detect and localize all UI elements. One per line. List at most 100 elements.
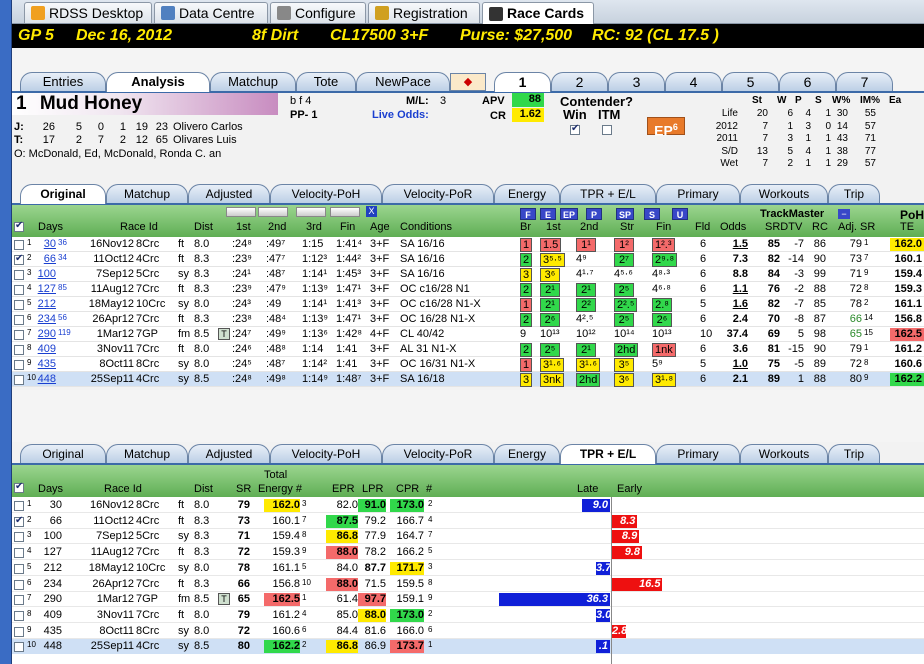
row-days[interactable]: 66	[34, 253, 56, 265]
lower-tab-matchup[interactable]: Matchup	[106, 444, 188, 463]
itm-checkbox[interactable]	[602, 125, 612, 136]
close-x-icon[interactable]: X	[366, 206, 377, 217]
pace-filter-p[interactable]: P	[586, 208, 602, 220]
row-checkbox[interactable]	[14, 626, 24, 637]
lower-tab-velocity-poh[interactable]: Velocity-PoH	[270, 444, 382, 463]
pace-filter-ep[interactable]: EP	[560, 208, 579, 220]
pace-filter-s[interactable]: S	[644, 208, 660, 220]
upper-tab-velocity-por[interactable]: Velocity-PoR	[382, 184, 494, 203]
upper-tab-energy[interactable]: Energy	[494, 184, 560, 203]
row-checkbox[interactable]	[14, 360, 24, 371]
row-days[interactable]: 290	[34, 328, 56, 340]
app-tab-data-centre[interactable]: Data Centre	[154, 2, 268, 23]
row-checkbox[interactable]	[14, 300, 24, 311]
horse-tab-7[interactable]: 7	[836, 72, 893, 91]
arrows-icon[interactable]: ◆	[450, 73, 486, 91]
row-days[interactable]: 435	[34, 358, 56, 370]
row-select[interactable]	[14, 359, 24, 371]
tab-newpace[interactable]: NewPace	[356, 72, 450, 91]
row-checkbox[interactable]	[14, 253, 24, 266]
row-select[interactable]	[14, 515, 24, 528]
row-select[interactable]	[14, 563, 24, 575]
pace-filter-e[interactable]: E	[540, 208, 556, 220]
grid2-select-all[interactable]	[14, 481, 24, 494]
row-checkbox[interactable]	[14, 515, 24, 527]
row-select[interactable]	[14, 610, 24, 622]
tab-matchup[interactable]: Matchup	[210, 72, 296, 91]
row-checkbox[interactable]	[14, 285, 24, 296]
row-select[interactable]	[14, 547, 24, 559]
pace-sort-button[interactable]	[258, 207, 288, 217]
row-days[interactable]: 212	[34, 298, 56, 310]
row-checkbox[interactable]	[14, 240, 24, 251]
app-tab-configure[interactable]: Configure	[270, 2, 366, 23]
horse-tab-6[interactable]: 6	[779, 72, 836, 91]
lower-tab-energy[interactable]: Energy	[494, 444, 560, 463]
row-checkbox[interactable]	[14, 330, 24, 341]
row-checkbox[interactable]	[14, 270, 24, 281]
app-tab-registration[interactable]: Registration	[368, 2, 480, 23]
select-all-checkbox[interactable]	[14, 220, 24, 233]
row-days[interactable]: 127	[34, 283, 56, 295]
upper-tab-matchup[interactable]: Matchup	[106, 184, 188, 203]
horse-tab-3[interactable]: 3	[608, 72, 665, 91]
lower-tab-tpr-e-l[interactable]: TPR + E/L	[560, 444, 656, 464]
lower-tab-velocity-por[interactable]: Velocity-PoR	[382, 444, 494, 463]
row-checkbox[interactable]	[14, 315, 24, 326]
pace-filter-u[interactable]: U	[672, 208, 688, 220]
app-tab-race-cards[interactable]: Race Cards	[482, 2, 594, 24]
lower-tab-primary[interactable]: Primary	[656, 444, 740, 463]
pace-sort-button[interactable]	[296, 207, 326, 217]
row-days[interactable]: 100	[34, 268, 56, 280]
upper-tab-tpr-e-l[interactable]: TPR + E/L	[560, 184, 656, 203]
row-checkbox[interactable]	[14, 579, 24, 590]
row-select[interactable]	[14, 253, 24, 266]
row-checkbox[interactable]	[14, 548, 24, 559]
row-days[interactable]: 234	[34, 313, 56, 325]
tab-entries[interactable]: Entries	[20, 72, 106, 91]
lower-tab-adjusted[interactable]: Adjusted	[188, 444, 270, 463]
upper-tab-adjusted[interactable]: Adjusted	[188, 184, 270, 203]
upper-tab-primary[interactable]: Primary	[656, 184, 740, 203]
row-checkbox[interactable]	[14, 345, 24, 356]
upper-tab-trip[interactable]: Trip	[828, 184, 880, 203]
lower-tab-original[interactable]: Original	[20, 444, 106, 463]
row-days[interactable]: 448	[34, 373, 56, 385]
row-select[interactable]	[14, 626, 24, 638]
app-tab-rdss-desktop[interactable]: RDSS Desktop	[24, 2, 152, 23]
row-checkbox[interactable]	[14, 501, 24, 512]
row-days[interactable]: 409	[34, 343, 56, 355]
pace-sort-button[interactable]	[330, 207, 360, 217]
upper-tab-original[interactable]: Original	[20, 184, 106, 204]
row-checkbox[interactable]	[14, 563, 24, 574]
row-select[interactable]	[14, 594, 24, 606]
row-select[interactable]	[14, 329, 24, 341]
row-select[interactable]	[14, 269, 24, 281]
row-checkbox[interactable]	[14, 595, 24, 606]
row-checkbox[interactable]	[14, 642, 24, 653]
collapse-minus-icon[interactable]: −	[838, 209, 850, 219]
horse-tab-4[interactable]: 4	[665, 72, 722, 91]
grid1-select-all[interactable]	[14, 220, 24, 233]
row-checkbox[interactable]	[14, 532, 24, 543]
row-select[interactable]	[14, 239, 24, 251]
row-select[interactable]	[14, 284, 24, 296]
row-checkbox[interactable]	[14, 610, 24, 621]
row-select[interactable]	[14, 344, 24, 356]
horse-tab-5[interactable]: 5	[722, 72, 779, 91]
row-select[interactable]	[14, 374, 24, 386]
tab-analysis[interactable]: Analysis	[106, 72, 210, 92]
lower-tab-trip[interactable]: Trip	[828, 444, 880, 463]
row-select[interactable]	[14, 500, 24, 512]
win-checkbox[interactable]	[570, 123, 580, 136]
tab-tote[interactable]: Tote	[296, 72, 356, 91]
horse-tab-1[interactable]: 1	[494, 72, 551, 92]
row-checkbox[interactable]	[14, 375, 24, 386]
pace-sort-button[interactable]	[226, 207, 256, 217]
pace-filter-f[interactable]: F	[520, 208, 536, 220]
select-all-checkbox[interactable]	[14, 481, 24, 494]
row-select[interactable]	[14, 314, 24, 326]
row-days[interactable]: 30	[34, 238, 56, 250]
upper-tab-velocity-poh[interactable]: Velocity-PoH	[270, 184, 382, 203]
row-select[interactable]	[14, 299, 24, 311]
